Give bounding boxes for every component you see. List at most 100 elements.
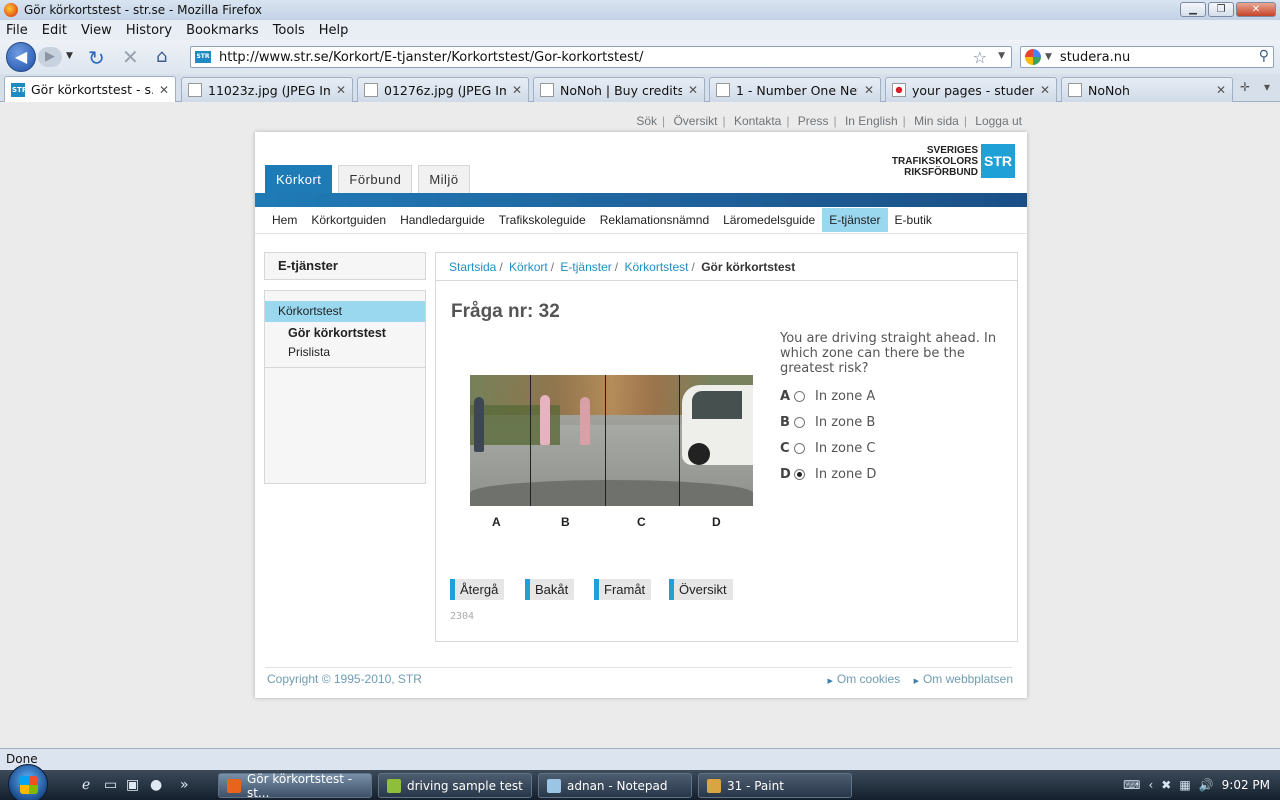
close-tab-icon[interactable]: ✕ [512, 83, 522, 97]
framat-button[interactable]: Framåt [594, 579, 652, 600]
subnav-e-butik[interactable]: E-butik [888, 208, 939, 232]
search-engine-dropdown-icon[interactable]: ▼ [1045, 52, 1052, 62]
url-bar[interactable]: STR http://www.str.se/Korkort/E-tjanster… [190, 46, 1012, 68]
menu-file[interactable]: File [6, 23, 28, 38]
tab-01276z[interactable]: 01276z.jpg (JPEG Ima... ✕ [357, 77, 529, 102]
show-desktop-icon[interactable]: ▭ [104, 777, 117, 793]
answer-text[interactable]: In zone B [815, 415, 875, 430]
minimize-button[interactable]: ▁ [1180, 2, 1206, 17]
link-press[interactable]: Press [798, 114, 829, 128]
reload-icon[interactable]: ↻ [88, 46, 105, 70]
tab-forbund[interactable]: Förbund [338, 165, 413, 193]
link-kontakta[interactable]: Kontakta [734, 114, 781, 128]
subnav-trafikskoleguide[interactable]: Trafikskoleguide [492, 208, 593, 232]
answer-text[interactable]: In zone C [815, 441, 875, 456]
answer-option-d[interactable]: D In zone D [780, 467, 876, 482]
link-logga-ut[interactable]: Logga ut [975, 114, 1022, 128]
search-engine-icon[interactable] [1025, 49, 1041, 65]
answer-option-b[interactable]: B In zone B [780, 415, 875, 430]
internet-explorer-icon[interactable]: ℯ [82, 777, 90, 793]
sidebar-item-prislista[interactable]: Prislista [288, 345, 330, 359]
breadcrumb-startsida[interactable]: Startsida [449, 260, 496, 274]
search-bar[interactable]: ▼ studera.nu ⚲ [1020, 46, 1274, 68]
menu-view[interactable]: View [81, 23, 112, 38]
link-min-sida[interactable]: Min sida [914, 114, 959, 128]
subnav-handledarguide[interactable]: Handledarguide [393, 208, 492, 232]
menu-edit[interactable]: Edit [42, 23, 67, 38]
sidebar-item-gor-korkortstest[interactable]: Gör körkortstest [288, 326, 386, 340]
subnav-reklamationsnamnd[interactable]: Reklamationsnämnd [593, 208, 716, 232]
menu-tools[interactable]: Tools [273, 23, 305, 38]
stop-icon[interactable]: ✕ [122, 45, 139, 69]
bakat-button[interactable]: Bakåt [525, 579, 575, 600]
close-tab-icon[interactable]: ✕ [688, 83, 698, 97]
answer-text[interactable]: In zone D [815, 467, 876, 482]
home-icon[interactable]: ⌂ [156, 46, 167, 67]
start-button[interactable] [8, 764, 48, 800]
history-dropdown-icon[interactable]: ▼ [66, 51, 73, 61]
new-tab-icon[interactable]: ✛ [1240, 80, 1250, 94]
close-tab-icon[interactable]: ✕ [864, 83, 874, 97]
taskbar-firefox[interactable]: Gör körkortstest - st... [218, 772, 372, 800]
tray-app-icon[interactable]: ✖ [1161, 778, 1171, 792]
quicklaunch-more-icon[interactable]: » [180, 777, 189, 793]
subnav-hem[interactable]: Hem [265, 208, 304, 232]
search-icon[interactable]: ⚲ [1259, 48, 1269, 64]
tab-list-icon[interactable]: ▾ [1264, 80, 1270, 94]
breadcrumb-e-tjanster[interactable]: E-tjänster [560, 260, 611, 274]
menu-help[interactable]: Help [319, 23, 349, 38]
subnav-korkortguiden[interactable]: Körkortguiden [304, 208, 393, 232]
back-button[interactable]: ◀ [6, 42, 36, 72]
switch-windows-icon[interactable]: ▣ [126, 777, 139, 793]
volume-icon[interactable]: 🔊 [1199, 778, 1214, 792]
menu-bookmarks[interactable]: Bookmarks [186, 23, 259, 38]
restore-button[interactable]: ❐ [1208, 2, 1234, 17]
link-om-webbplatsen[interactable]: Om webbplatsen [923, 672, 1013, 686]
close-tab-icon[interactable]: ✕ [1040, 83, 1050, 97]
breadcrumb-korkortstest[interactable]: Körkortstest [624, 260, 688, 274]
tab-nonoh[interactable]: NoNoh ✕ [1061, 77, 1233, 102]
tab-miljo[interactable]: Miljö [418, 165, 470, 193]
url-dropdown-icon[interactable]: ▼ [998, 51, 1005, 61]
keyboard-icon[interactable]: ⌨ [1123, 778, 1140, 792]
tab-number-one-new[interactable]: 1 - Number One New... ✕ [709, 77, 881, 102]
network-icon[interactable]: ▦ [1179, 778, 1190, 792]
subnav-e-tjanster[interactable]: E-tjänster [822, 208, 888, 232]
breadcrumb-korkort[interactable]: Körkort [509, 260, 548, 274]
show-hidden-icons-icon[interactable]: ‹ [1148, 778, 1153, 792]
subnav-laromedelsguide[interactable]: Läromedelsguide [716, 208, 822, 232]
clock[interactable]: 9:02 PM [1222, 778, 1270, 792]
link-in-english[interactable]: In English [845, 114, 898, 128]
str-logo[interactable]: SVERIGES TRAFIKSKOLORS RIKSFÖRBUND STR [892, 144, 1015, 178]
atergå-button[interactable]: Återgå [450, 579, 505, 600]
taskbar-driving-sample-test[interactable]: driving sample test [378, 773, 532, 798]
answer-option-a[interactable]: A In zone A [780, 389, 875, 404]
link-om-cookies[interactable]: Om cookies [837, 672, 900, 686]
answer-radio-d[interactable] [794, 469, 805, 480]
close-window-button[interactable]: ✕ [1236, 2, 1276, 17]
taskbar-notepad[interactable]: adnan - Notepad [538, 773, 692, 798]
link-oversikt[interactable]: Översikt [673, 114, 717, 128]
firefox-quicklaunch-icon[interactable]: ● [150, 777, 162, 793]
close-tab-icon[interactable]: ✕ [336, 83, 346, 97]
close-tab-icon[interactable]: ✕ [159, 83, 169, 97]
bookmark-star-icon[interactable]: ☆ [973, 48, 987, 67]
tab-korkort[interactable]: Körkort [265, 165, 333, 193]
tab-your-pages-studera[interactable]: your pages - studera.... ✕ [885, 77, 1057, 102]
taskbar-paint[interactable]: 31 - Paint [698, 773, 852, 798]
answer-radio-b[interactable] [794, 417, 805, 428]
answer-text[interactable]: In zone A [815, 389, 875, 404]
tab-11023z[interactable]: 11023z.jpg (JPEG Ima... ✕ [181, 77, 353, 102]
sidebar-item-korkortstest[interactable]: Körkortstest [265, 301, 425, 322]
answer-radio-c[interactable] [794, 443, 805, 454]
forward-button[interactable]: ▶ [38, 47, 62, 67]
url-text[interactable]: http://www.str.se/Korkort/E-tjanster/Kor… [219, 50, 643, 65]
close-tab-icon[interactable]: ✕ [1216, 83, 1226, 97]
oversikt-button[interactable]: Översikt [669, 579, 733, 600]
search-input[interactable]: studera.nu [1060, 50, 1130, 65]
tab-gor-korkortstest[interactable]: STR Gör körkortstest - s... ✕ [4, 76, 176, 102]
answer-radio-a[interactable] [794, 391, 805, 402]
tab-nonoh-buy-credits[interactable]: NoNoh | Buy credits ... ✕ [533, 77, 705, 102]
menu-history[interactable]: History [126, 23, 172, 38]
answer-option-c[interactable]: C In zone C [780, 441, 875, 456]
